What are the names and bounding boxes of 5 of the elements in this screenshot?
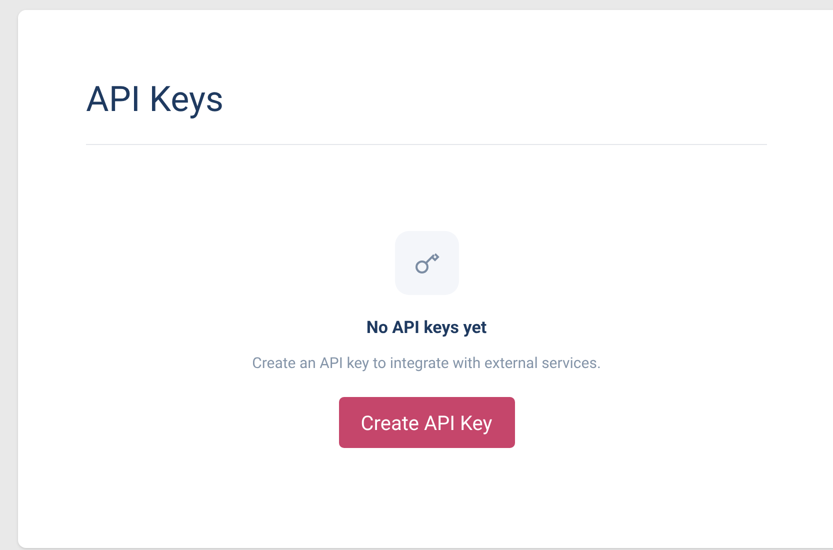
empty-state-message: Create an API key to integrate with external services. — [252, 352, 601, 374]
key-icon — [394, 231, 458, 295]
empty-state-heading: No API keys yet — [366, 317, 487, 340]
create-api-key-button[interactable]: Create API Key — [338, 397, 514, 448]
panel-title: API Keys — [86, 78, 224, 122]
